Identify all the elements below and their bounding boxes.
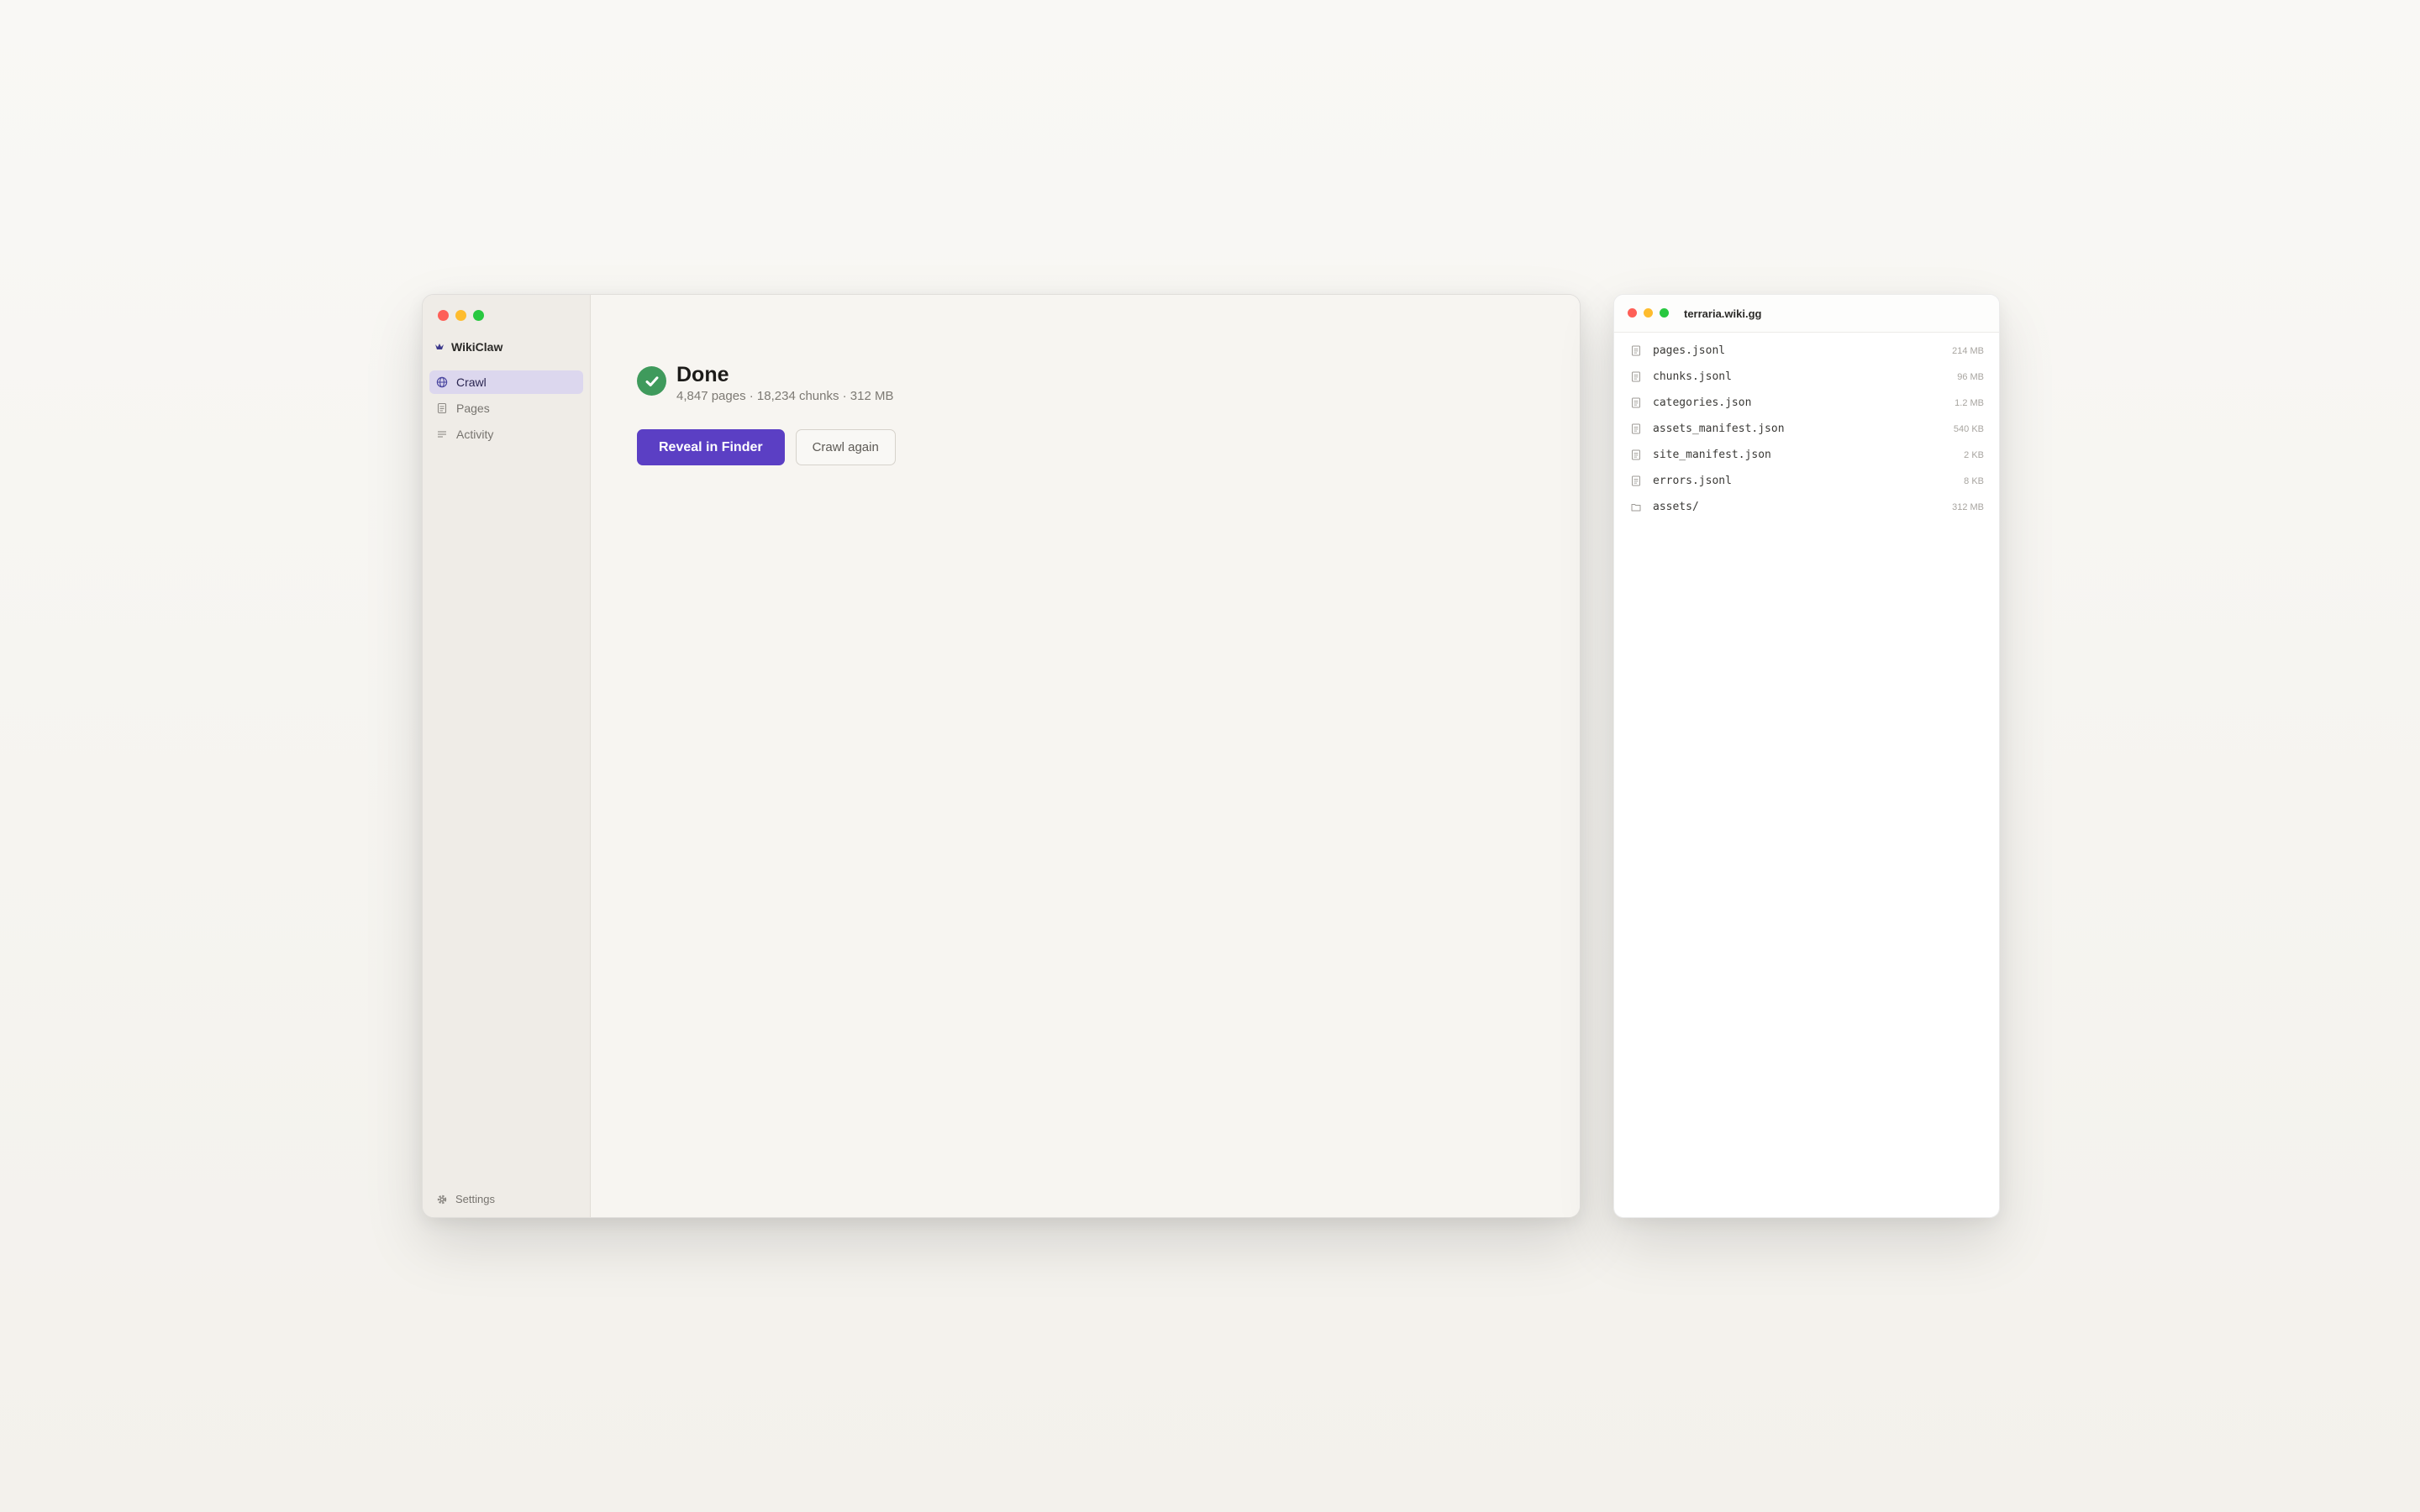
sidebar-item-activity[interactable]: Activity bbox=[429, 423, 583, 446]
file-row-errors-jsonl[interactable]: errors.jsonl 8 KB bbox=[1614, 468, 1999, 494]
status-title: Done bbox=[676, 363, 729, 386]
minimize-window-button[interactable] bbox=[455, 310, 466, 321]
globe-icon bbox=[436, 376, 448, 388]
action-buttons: Reveal in Finder Crawl again bbox=[637, 429, 896, 465]
settings-label: Settings bbox=[455, 1193, 495, 1205]
file-name: categories.json bbox=[1653, 396, 1752, 409]
maximize-window-button[interactable] bbox=[1660, 308, 1669, 318]
close-window-button[interactable] bbox=[438, 310, 449, 321]
folder-icon bbox=[1631, 504, 1641, 512]
file-name: chunks.jsonl bbox=[1653, 370, 1732, 383]
sidebar: WikiClaw Crawl Pages Activity Settings bbox=[423, 295, 591, 1217]
file-name: assets/ bbox=[1653, 501, 1699, 513]
settings-button[interactable]: Settings bbox=[436, 1193, 495, 1205]
file-icon bbox=[1632, 423, 1640, 434]
sidebar-item-label: Crawl bbox=[456, 375, 487, 389]
close-window-button[interactable] bbox=[1628, 308, 1637, 318]
claw-logo-icon bbox=[435, 344, 444, 349]
sidebar-item-label: Activity bbox=[456, 428, 494, 441]
crawl-status: Done 4,847 pages · 18,234 chunks · 312 M… bbox=[637, 362, 894, 403]
finder-titlebar: terraria.wiki.gg bbox=[1614, 295, 1999, 333]
file-icon bbox=[1632, 345, 1640, 356]
finder-title: terraria.wiki.gg bbox=[1684, 307, 1762, 320]
app-window: WikiClaw Crawl Pages Activity Settings D… bbox=[422, 294, 1581, 1218]
crawl-again-button[interactable]: Crawl again bbox=[795, 429, 896, 465]
file-size: 8 KB bbox=[1964, 475, 1984, 486]
file-name: site_manifest.json bbox=[1653, 449, 1771, 461]
success-badge bbox=[637, 366, 666, 396]
file-row-assets-manifest-json[interactable]: assets_manifest.json 540 KB bbox=[1614, 416, 1999, 442]
sidebar-nav: Crawl Pages Activity bbox=[429, 370, 583, 449]
file-row-site-manifest-json[interactable]: site_manifest.json 2 KB bbox=[1614, 442, 1999, 468]
file-row-chunks-jsonl[interactable]: chunks.jsonl 96 MB bbox=[1614, 364, 1999, 390]
file-icon bbox=[1632, 371, 1640, 382]
status-summary: 4,847 pages · 18,234 chunks · 312 MB bbox=[676, 389, 894, 403]
finder-window: terraria.wiki.gg pages.jsonl 214 MB chun… bbox=[1613, 294, 2000, 1218]
app-brand: WikiClaw bbox=[434, 340, 502, 354]
file-name: assets_manifest.json bbox=[1653, 423, 1785, 435]
finder-window-controls bbox=[1628, 308, 1669, 318]
file-name: errors.jsonl bbox=[1653, 475, 1732, 487]
file-row-categories-json[interactable]: categories.json 1.2 MB bbox=[1614, 390, 1999, 416]
minimize-window-button[interactable] bbox=[1644, 308, 1653, 318]
app-name: WikiClaw bbox=[451, 340, 503, 354]
status-text: Done 4,847 pages · 18,234 chunks · 312 M… bbox=[676, 362, 894, 403]
file-row-assets-folder[interactable]: assets/ 312 MB bbox=[1614, 494, 1999, 520]
file-size: 214 MB bbox=[1952, 345, 1984, 356]
file-icon bbox=[1632, 475, 1640, 486]
file-size: 312 MB bbox=[1952, 501, 1984, 512]
file-name: pages.jsonl bbox=[1653, 344, 1726, 357]
sidebar-item-crawl[interactable]: Crawl bbox=[429, 370, 583, 394]
checkmark-icon bbox=[645, 375, 658, 386]
file-size: 2 KB bbox=[1964, 449, 1984, 460]
file-icon bbox=[1632, 397, 1640, 408]
main-content: Done 4,847 pages · 18,234 chunks · 312 M… bbox=[591, 295, 1580, 1217]
sidebar-item-label: Pages bbox=[456, 402, 490, 415]
file-list: pages.jsonl 214 MB chunks.jsonl 96 MB ca… bbox=[1614, 333, 1999, 520]
list-icon bbox=[438, 431, 446, 438]
file-icon bbox=[1632, 449, 1640, 460]
file-size: 96 MB bbox=[1957, 371, 1984, 382]
file-row-pages-jsonl[interactable]: pages.jsonl 214 MB bbox=[1614, 338, 1999, 364]
gear-icon bbox=[437, 1194, 447, 1204]
document-icon bbox=[437, 402, 447, 414]
maximize-window-button[interactable] bbox=[473, 310, 484, 321]
file-size: 540 KB bbox=[1953, 423, 1984, 434]
file-size: 1.2 MB bbox=[1954, 397, 1984, 408]
window-controls bbox=[438, 310, 484, 321]
reveal-in-finder-button[interactable]: Reveal in Finder bbox=[637, 429, 785, 465]
sidebar-item-pages[interactable]: Pages bbox=[429, 396, 583, 420]
